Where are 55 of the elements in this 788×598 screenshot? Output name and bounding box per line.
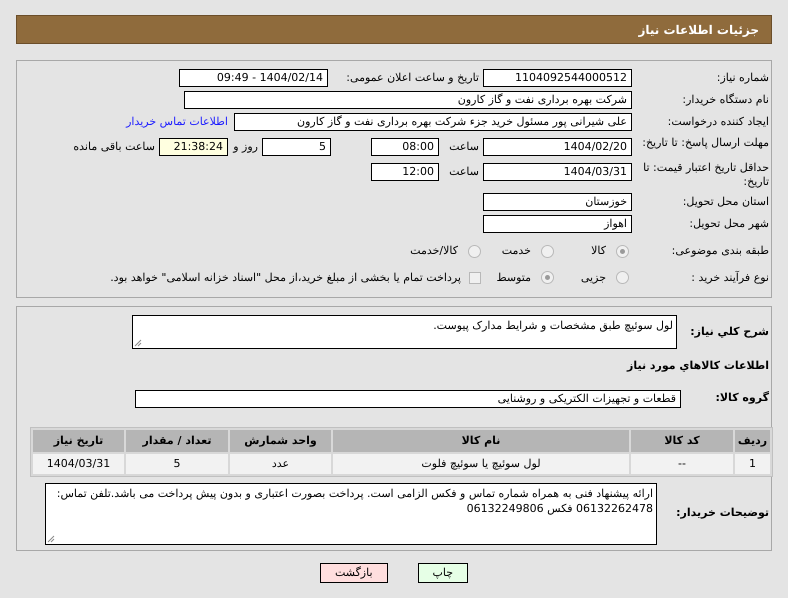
column-header: کد کالا — [631, 430, 733, 452]
table-cell: 1404/03/31 — [33, 454, 124, 474]
table-cell: لول سوئیچ یا سوئیچ فلوت — [333, 454, 629, 474]
text-field[interactable]: 5 — [262, 138, 331, 156]
text-field[interactable]: 1404/02/14 - 09:49 — [179, 69, 328, 87]
text-area[interactable]: لول سوئیچ طبق مشخصات و شرایط مدارک پیوست. — [132, 315, 677, 349]
text-field[interactable]: 1104092544000512 — [483, 69, 632, 87]
text-field[interactable]: اهواز — [483, 215, 632, 233]
field-label: روز و — [232, 139, 259, 155]
column-header: تاریخ نیاز — [33, 430, 124, 452]
option-label: خدمت — [502, 243, 531, 259]
table-cell: 1 — [735, 454, 770, 474]
print-button[interactable]: چاپ — [418, 563, 468, 583]
checkbox-label: پرداخت تمام یا بخشی از مبلغ خرید،از محل "اسناد خزانه اسلامی" خواهد بود. — [110, 270, 461, 286]
page-header: جزئیات اطلاعات نیاز — [16, 15, 772, 44]
field-label: گروه کالا: — [714, 390, 769, 406]
column-header: نام کالا — [333, 430, 629, 452]
text-field[interactable]: خوزستان — [483, 193, 632, 211]
text-field[interactable]: 08:00 — [371, 138, 439, 156]
text-field[interactable]: علی شیرانی پور مسئول خرید جزء شرکت بهره برداری نفت و گاز کارون — [234, 113, 632, 131]
section-heading: اطلاعات كالاهاي مورد نياز — [626, 358, 769, 374]
option-label: متوسط — [496, 270, 531, 286]
table-cell: عدد — [230, 454, 331, 474]
field-label: ساعت — [448, 164, 480, 180]
back-button[interactable]: بازگشت — [320, 563, 388, 583]
text-field[interactable]: 12:00 — [371, 163, 439, 181]
field-label: شرح کلي نياز: — [689, 324, 769, 340]
option-label: کالا/خدمت — [410, 243, 458, 259]
option-label: کالا — [591, 243, 606, 259]
text-field[interactable]: 1404/02/20 — [483, 138, 632, 156]
column-header: واحد شمارش — [230, 430, 331, 452]
text-field[interactable]: قطعات و تجهیزات الکتریکی و روشنایی — [135, 390, 681, 408]
field-label: استان محل تحویل: — [682, 194, 769, 210]
table-cell: 5 — [126, 454, 228, 474]
column-header: تعداد / مقدار — [126, 430, 228, 452]
field-label: شماره نیاز: — [716, 70, 769, 86]
text-area[interactable]: ارائه پیشنهاد فنی به همراه شماره تماس و فکس الزامی است. پرداخت بصورت اعتباری و بدون پیش پرداخت می باشد.تلفن تماس: 06132262478 فکس 06132249806 — [45, 482, 657, 544]
field-label: شهر محل تحویل: — [688, 216, 769, 232]
text-field[interactable]: شرکت بهره برداری نفت و گاز کارون — [184, 91, 632, 109]
column-header: ردیف — [735, 430, 770, 452]
text-field[interactable]: 1404/03/31 — [483, 163, 632, 181]
option-label: جزیی — [580, 270, 606, 286]
field-label: ساعت باقی مانده — [73, 139, 156, 155]
field-label: ایجاد کننده درخواست: — [666, 114, 769, 130]
field-label: نوع فرآیند خرید : — [690, 270, 769, 286]
field-label: تاریخ و ساعت اعلان عمومی: — [345, 70, 479, 86]
field-label: طبقه بندی موضوعی: — [670, 243, 769, 259]
field-label: ساعت — [448, 139, 480, 155]
field-label: نام دستگاه خریدار: — [681, 92, 769, 108]
table-cell: -- — [631, 454, 733, 474]
buyer-contact-link[interactable]: اطلاعات تماس خریدار — [126, 114, 228, 130]
field-label: حداقل تاریخ اعتبار قیمت: تا تاریخ: — [642, 161, 769, 189]
text-field[interactable]: 21:38:24 — [159, 138, 228, 156]
field-label: توضیحات خریدار: — [675, 505, 769, 522]
field-label: مهلت ارسال پاسخ: تا تاریخ: — [641, 136, 769, 150]
